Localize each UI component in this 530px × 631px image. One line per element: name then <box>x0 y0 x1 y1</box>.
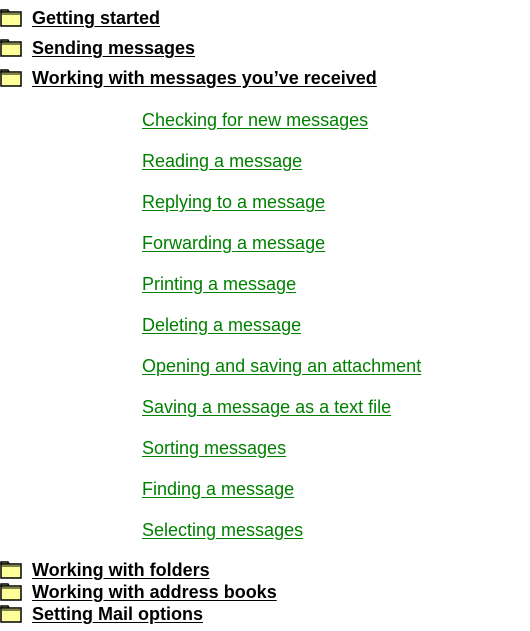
folder-icon <box>0 39 22 57</box>
folder-icon <box>0 605 22 623</box>
folder-icon <box>0 561 22 579</box>
topic-label[interactable]: Working with messages you’ve received <box>32 68 377 88</box>
link-finding-message[interactable]: Finding a message <box>142 478 294 500</box>
link-checking-new-messages[interactable]: Checking for new messages <box>142 109 368 131</box>
link-replying-message[interactable]: Replying to a message <box>142 191 325 213</box>
topic-label[interactable]: Getting started <box>32 8 160 28</box>
topic-label[interactable]: Setting Mail options <box>32 604 203 624</box>
link-saving-as-text[interactable]: Saving a message as a text file <box>142 396 391 418</box>
topic-label[interactable]: Sending messages <box>32 38 195 58</box>
link-reading-message[interactable]: Reading a message <box>142 150 302 172</box>
link-forwarding-message[interactable]: Forwarding a message <box>142 232 325 254</box>
link-deleting-message[interactable]: Deleting a message <box>142 314 301 336</box>
folder-icon <box>0 583 22 601</box>
topic-label[interactable]: Working with folders <box>32 560 210 580</box>
link-opening-saving-attachment[interactable]: Opening and saving an attachment <box>142 355 421 377</box>
link-selecting-messages[interactable]: Selecting messages <box>142 519 303 541</box>
topic-label[interactable]: Working with address books <box>32 582 277 602</box>
folder-icon <box>0 9 22 27</box>
link-sorting-messages[interactable]: Sorting messages <box>142 437 286 459</box>
link-printing-message[interactable]: Printing a message <box>142 273 296 295</box>
folder-icon <box>0 69 22 87</box>
